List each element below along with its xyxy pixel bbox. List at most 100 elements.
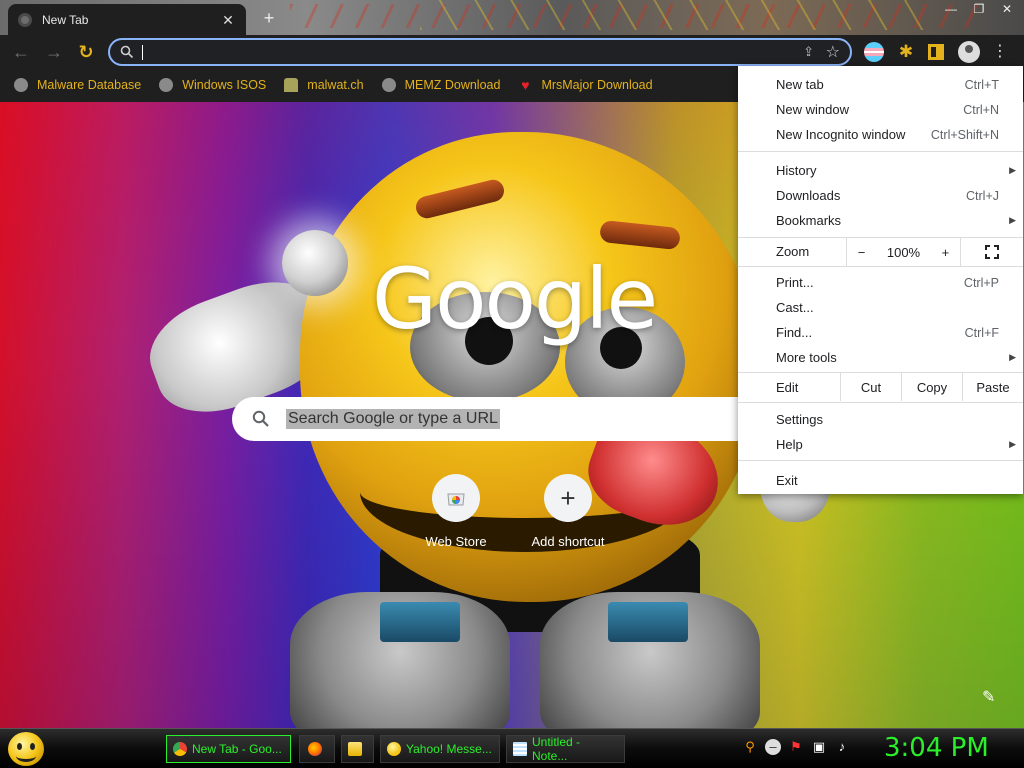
submenu-arrow-icon: ▶ — [1009, 352, 1016, 362]
theme-background-decoration-2 — [420, 0, 940, 30]
maximize-icon[interactable]: ❐ — [970, 2, 988, 16]
menu-item-help[interactable]: Help ▶ — [738, 432, 1023, 457]
zoom-out-button[interactable]: − — [858, 245, 866, 260]
title-bar: New Tab ✕ + — ❐ ✕ — [0, 0, 1024, 35]
msn-icon[interactable]: – — [765, 739, 781, 755]
chrome-icon — [173, 742, 187, 756]
taskbar-item-explorer[interactable] — [341, 735, 374, 763]
globe-icon — [159, 78, 174, 92]
menu-item-bookmarks[interactable]: Bookmarks ▶ — [738, 208, 1023, 233]
taskbar-item-firefox[interactable] — [299, 735, 335, 763]
microphone — [282, 230, 348, 296]
folder-icon — [348, 742, 362, 756]
chrome-menu-icon[interactable]: ⋮ — [990, 42, 1010, 62]
zoom-level: 100% — [886, 244, 921, 260]
customize-pencil-icon[interactable]: ✎ — [982, 687, 995, 707]
menu-edit-row: Edit Cut Copy Paste — [738, 373, 1023, 401]
fullscreen-button[interactable] — [960, 238, 1023, 266]
extensions-puzzle-icon[interactable]: ✱ — [896, 42, 916, 62]
bookmark-label: malwat.ch — [307, 78, 364, 92]
text-cursor — [142, 45, 143, 60]
zoom-label: Zoom — [776, 244, 810, 259]
ntp-search-box[interactable]: Search Google or type a URL — [232, 397, 792, 441]
submenu-arrow-icon: ▶ — [1009, 439, 1016, 449]
shortcut-web-store[interactable]: Web Store — [401, 474, 511, 549]
bookmark-label: Malware Database — [37, 78, 142, 92]
copy-button[interactable]: Copy — [901, 373, 962, 401]
profile-avatar-icon[interactable] — [958, 41, 980, 63]
menu-item-new-incognito-window[interactable]: New Incognito window Ctrl+Shift+N — [738, 122, 1023, 147]
start-button-smiley-icon[interactable] — [8, 732, 44, 766]
menu-separator — [738, 266, 1023, 267]
close-window-icon[interactable]: ✕ — [998, 2, 1016, 16]
submenu-arrow-icon: ▶ — [1009, 215, 1016, 225]
bookmark-memz-download[interactable]: MEMZ Download — [381, 78, 501, 92]
taskbar-item-yahoo-messenger[interactable]: Yahoo! Messe... — [380, 735, 500, 763]
zoom-in-button[interactable]: + — [942, 245, 950, 260]
menu-zoom-row: Zoom − 100% + — [738, 238, 1023, 266]
side-panel-icon[interactable] — [928, 44, 944, 60]
bookmark-label: Windows ISOS — [182, 78, 267, 92]
back-icon[interactable]: ← — [10, 41, 32, 63]
google-logo: Google — [372, 250, 658, 348]
shoe-tongue-left — [380, 602, 460, 642]
tab-title: New Tab — [42, 12, 89, 27]
chrome-main-menu: New tab Ctrl+T New window Ctrl+N New Incog… — [738, 66, 1023, 494]
submenu-arrow-icon: ▶ — [1009, 165, 1016, 175]
taskbar-item-notepad[interactable]: Untitled - Note... — [506, 735, 625, 763]
taskbar-item-chrome[interactable]: New Tab - Goo... — [166, 735, 291, 763]
firefox-icon — [307, 742, 322, 756]
menu-item-more-tools[interactable]: More tools ▶ — [738, 345, 1023, 370]
bookmark-malwatch[interactable]: malwat.ch — [284, 78, 364, 92]
zoom-controls: − 100% + — [846, 238, 960, 266]
shortcut-label: Add shortcut — [531, 534, 605, 549]
bookmark-mrsmajor-download[interactable]: ♥ MrsMajor Download — [518, 78, 652, 92]
menu-item-new-tab[interactable]: New tab Ctrl+T — [738, 72, 1023, 97]
menu-item-print[interactable]: Print... Ctrl+P — [738, 270, 1023, 295]
taskbar-clock[interactable]: 3:04 PM — [884, 733, 989, 763]
menu-item-new-window[interactable]: New window Ctrl+N — [738, 97, 1023, 122]
bookmark-label: MrsMajor Download — [541, 78, 653, 92]
menu-item-settings[interactable]: Settings — [738, 407, 1023, 432]
reload-icon[interactable]: ↻ — [75, 41, 97, 63]
cut-button[interactable]: Cut — [840, 373, 901, 401]
bookmark-malware-database[interactable]: Malware Database — [14, 78, 141, 92]
address-bar[interactable]: ⇪ ☆ — [108, 38, 852, 66]
menu-item-downloads[interactable]: Downloads Ctrl+J — [738, 183, 1023, 208]
menu-item-cast[interactable]: Cast... — [738, 295, 1023, 320]
bookmark-label: MEMZ Download — [404, 78, 501, 92]
bookmark-windows-isos[interactable]: Windows ISOS — [159, 78, 266, 92]
shortcut-label: Web Store — [425, 534, 487, 549]
bookmark-star-icon[interactable]: ☆ — [826, 42, 840, 62]
minimize-icon[interactable]: — — [942, 2, 960, 16]
volume-icon[interactable]: ♪ — [834, 739, 850, 755]
menu-item-find[interactable]: Find... Ctrl+F — [738, 320, 1023, 345]
shoe-tongue-right — [608, 602, 688, 642]
search-icon[interactable]: ⚲ — [742, 739, 758, 755]
menu-separator — [738, 402, 1023, 403]
taskbar-item-label: Yahoo! Messe... — [406, 742, 492, 756]
web-store-icon — [432, 474, 480, 522]
tab-new-tab[interactable]: New Tab ✕ — [8, 4, 246, 35]
network-icon[interactable]: ▣ — [811, 739, 827, 755]
paste-button[interactable]: Paste — [962, 373, 1023, 401]
forward-icon[interactable]: → — [43, 41, 65, 63]
menu-item-exit[interactable]: Exit — [738, 468, 1023, 493]
search-placeholder: Search Google or type a URL — [286, 409, 500, 429]
flag-extension-icon[interactable] — [864, 42, 884, 62]
tab-close-icon[interactable]: ✕ — [220, 12, 236, 28]
person-icon — [284, 78, 299, 92]
taskbar-item-label: Untitled - Note... — [532, 735, 581, 763]
new-tab-button[interactable]: + — [258, 8, 280, 28]
shortcut-add[interactable]: + Add shortcut — [513, 474, 623, 549]
yahoo-messenger-icon — [387, 742, 401, 756]
search-icon — [120, 45, 134, 59]
search-icon — [252, 410, 269, 427]
menu-item-history[interactable]: History ▶ — [738, 158, 1023, 183]
security-flag-icon[interactable]: ⚑ — [788, 739, 804, 755]
chrome-favicon-icon — [18, 12, 32, 27]
globe-icon — [14, 78, 28, 92]
fullscreen-icon — [985, 245, 999, 259]
share-icon[interactable]: ⇪ — [803, 44, 814, 60]
edit-label: Edit — [776, 380, 799, 395]
